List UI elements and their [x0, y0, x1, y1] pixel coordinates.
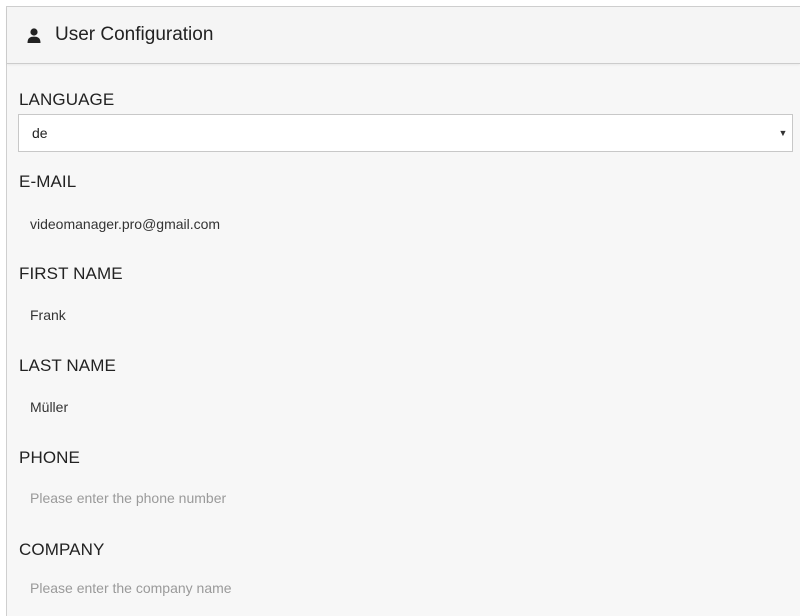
language-select-value: de [32, 125, 48, 141]
email-label: E-MAIL [19, 172, 77, 191]
language-label: LANGUAGE [19, 90, 115, 109]
last-name-label: LAST NAME [19, 356, 116, 375]
phone-input[interactable]: Please enter the phone number [30, 490, 226, 506]
first-name-label: FIRST NAME [19, 264, 123, 283]
phone-label: PHONE [19, 448, 80, 467]
user-configuration-panel: User Configuration [6, 6, 800, 616]
user-icon [27, 27, 41, 43]
panel-header: User Configuration [7, 7, 800, 64]
company-input[interactable]: Please enter the company name [30, 580, 232, 596]
language-select[interactable]: de ▼ [18, 114, 793, 152]
first-name-value[interactable]: Frank [30, 307, 66, 323]
panel-title: User Configuration [55, 24, 214, 45]
email-value[interactable]: videomanager.pro@gmail.com [30, 216, 220, 232]
company-label: COMPANY [19, 540, 105, 559]
last-name-value[interactable]: Müller [30, 399, 68, 415]
caret-down-icon[interactable]: ▼ [777, 128, 789, 138]
